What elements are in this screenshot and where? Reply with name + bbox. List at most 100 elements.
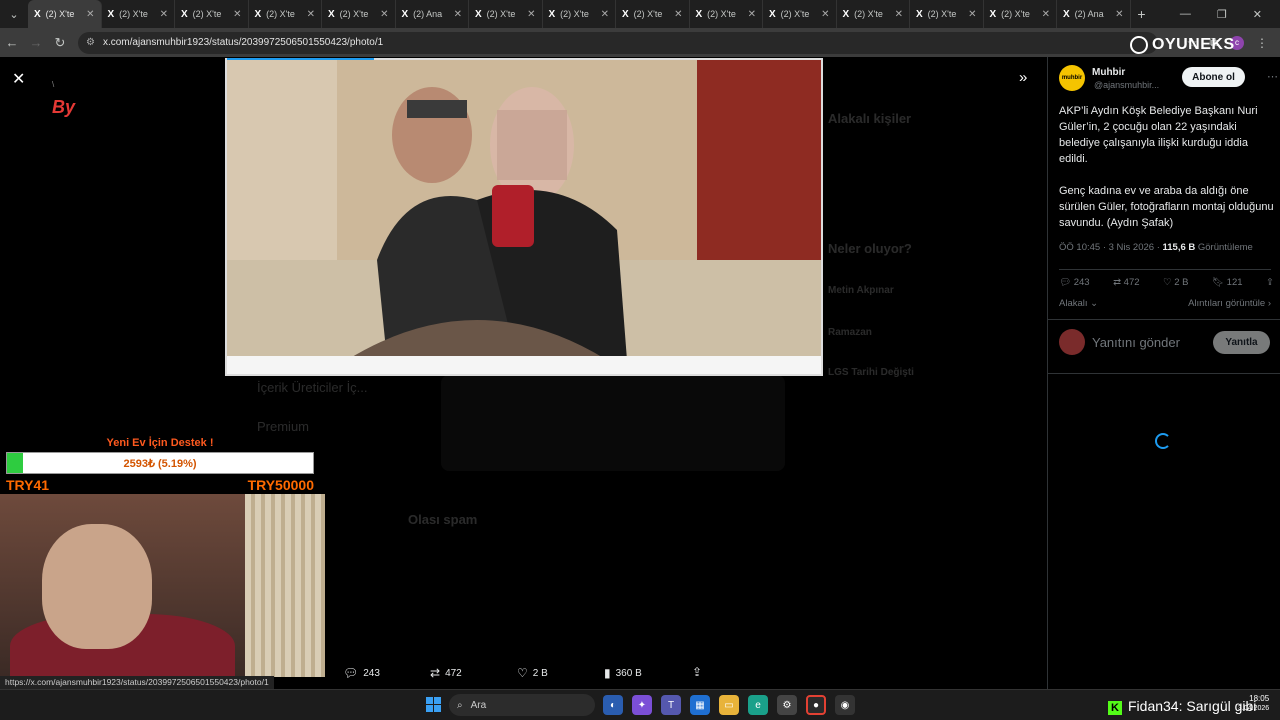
browser-tab[interactable]: X (2) X'te ✕ <box>763 0 837 28</box>
donation-widget: Yeni Ev İçin Destek ! 2593₺ (5.19%) TRY4… <box>6 437 314 493</box>
x-favicon-icon: X <box>769 8 776 20</box>
photo-reply-count: 243 <box>363 667 380 679</box>
browser-tab[interactable]: X (2) Ana ✕ <box>1057 0 1131 28</box>
minimize-icon[interactable]: — <box>1180 8 1191 21</box>
browser-tab[interactable]: X (2) X'te ✕ <box>910 0 984 28</box>
photo-views-action[interactable]: ▮ 360 B <box>604 666 642 680</box>
address-bar[interactable]: ⚙ x.com/ajansmuhbir1923/status/203997250… <box>78 31 1158 54</box>
tab-close-icon[interactable]: ✕ <box>86 9 94 20</box>
browser-tab[interactable]: X (2) X'te ✕ <box>543 0 616 28</box>
tab-close-icon[interactable]: ✕ <box>1115 9 1123 20</box>
reply-button[interactable]: Yanıtla <box>1213 331 1270 354</box>
tweet-photo[interactable] <box>225 58 823 376</box>
browser-tab[interactable]: X (2) X'te ✕ <box>322 0 396 28</box>
photo-repost-action[interactable]: ⇄ 472 <box>430 666 462 680</box>
tweet-reply-count: 243 <box>1073 277 1090 288</box>
site-info-icon[interactable]: ⚙ <box>86 37 95 48</box>
photo-like-action[interactable]: ♡ 2 B <box>517 666 548 680</box>
window-close-icon[interactable]: ✕ <box>1253 8 1262 21</box>
webcam-curtain <box>245 494 325 677</box>
photo-share-action[interactable]: ⇪ <box>692 665 702 679</box>
chrome-icon[interactable]: ● <box>806 695 826 715</box>
tab-close-icon[interactable]: ✕ <box>748 9 756 20</box>
browser-tab[interactable]: X (2) X'te ✕ <box>469 0 543 28</box>
author-avatar[interactable]: muhbir <box>1059 65 1085 91</box>
photo-reply-action[interactable]: 💬︎ 243 <box>343 666 380 680</box>
bg-nav-item-premium: Premium <box>257 419 310 434</box>
teams-icon[interactable]: T <box>661 695 681 715</box>
x-favicon-icon: X <box>989 8 997 20</box>
task-view-icon[interactable]: ◐ <box>603 695 623 715</box>
tab-close-icon[interactable]: ✕ <box>233 9 241 20</box>
tab-title: (2) X'te <box>707 9 736 19</box>
browser-tab[interactable]: X (2) X'te ✕ <box>175 0 249 28</box>
photo-loading-bar <box>227 58 374 60</box>
more-options-icon[interactable]: ⋯ <box>1267 70 1278 83</box>
tab-close-icon[interactable]: ✕ <box>527 9 535 20</box>
new-tab-button[interactable]: + <box>1131 6 1153 22</box>
x-favicon-icon: X <box>107 8 115 20</box>
bg-trend-1: Metin Akpınar <box>828 285 894 296</box>
by-logo: By <box>52 97 76 117</box>
copilot-icon[interactable]: ✦ <box>632 695 652 715</box>
tab-close-icon[interactable]: ✕ <box>674 9 682 20</box>
browser-tab[interactable]: X (2) Ana ✕ <box>396 0 469 28</box>
browser-tab[interactable]: X (2) X'te ✕ <box>28 0 102 28</box>
browser-menu-icon[interactable]: ⋮ <box>1256 36 1268 50</box>
browser-tab[interactable]: X (2) X'te ✕ <box>690 0 763 28</box>
tab-close-icon[interactable]: ✕ <box>895 9 903 20</box>
taskbar-search[interactable]: ⌕ Ara <box>449 694 595 716</box>
tab-close-icon[interactable]: ✕ <box>821 9 829 20</box>
x-favicon-icon: X <box>254 8 262 20</box>
expand-panel-icon[interactable]: » <box>1019 69 1027 86</box>
tweet-like-button[interactable]: ♡ 2 B <box>1163 277 1188 288</box>
tweet-stats-row: 💬︎ 243 ⇄ 472 ♡ 2 B 🔖︎ 121 ⇪ <box>1059 277 1274 288</box>
forward-icon[interactable]: → <box>24 35 48 50</box>
tab-close-icon[interactable]: ✕ <box>1042 9 1050 20</box>
browser-tab[interactable]: X (2) X'te ✕ <box>984 0 1057 28</box>
tab-close-icon[interactable]: ✕ <box>601 9 609 20</box>
windows-start-icon[interactable] <box>426 697 441 712</box>
file-explorer-icon[interactable]: ▭ <box>719 695 739 715</box>
browser-toolbar: ← → ↻ ⚙ x.com/ajansmuhbir1923/status/203… <box>0 28 1280 57</box>
tab-search-button[interactable]: ⌄ <box>0 0 28 28</box>
tab-title: (2) X'te <box>266 9 295 19</box>
tab-close-icon[interactable]: ✕ <box>380 9 388 20</box>
share-icon: ⇪ <box>692 665 703 679</box>
sort-dropdown[interactable]: Alakalı ⌄ <box>1059 298 1098 309</box>
system-clock[interactable]: 18:05 3.04.2026 <box>1238 694 1269 714</box>
subscribe-button[interactable]: Abone ol <box>1182 67 1245 87</box>
streamer-webcam <box>0 494 325 677</box>
browser-tab[interactable]: X (2) X'te ✕ <box>102 0 175 28</box>
tab-close-icon[interactable]: ✕ <box>160 9 168 20</box>
view-quotes-link[interactable]: Alıntıları görüntüle › <box>1188 298 1271 309</box>
browser-tab[interactable]: X (2) X'te ✕ <box>837 0 910 28</box>
author-handle[interactable]: @ajansmuhbir... <box>1094 80 1159 90</box>
reply-composer: Yanıtını gönder Yanıtla <box>1059 329 1274 357</box>
tweet-bookmark-button[interactable]: 🔖︎ 121 <box>1212 277 1243 288</box>
settings-gear-icon[interactable]: ⚙ <box>777 695 797 715</box>
restore-icon[interactable]: ❐ <box>1217 8 1227 21</box>
tab-close-icon[interactable]: ✕ <box>454 9 462 20</box>
tab-close-icon[interactable]: ✕ <box>307 9 315 20</box>
browser-tab[interactable]: X (2) X'te ✕ <box>616 0 690 28</box>
author-name[interactable]: Muhbir <box>1092 67 1125 78</box>
back-icon[interactable]: ← <box>0 35 24 50</box>
store-icon[interactable]: ▦ <box>690 695 710 715</box>
tweet-repost-button[interactable]: ⇄ 472 <box>1113 277 1139 288</box>
webcam-person-head <box>42 524 152 649</box>
photo-repost-count: 472 <box>445 667 462 679</box>
tweet-timestamp[interactable]: ÖÖ 10:45 · 3 Nis 2026 · <box>1059 242 1163 253</box>
tweet-reply-button[interactable]: 💬︎ 243 <box>1059 277 1090 288</box>
tab-close-icon[interactable]: ✕ <box>968 9 976 20</box>
x-favicon-icon: X <box>401 8 409 20</box>
tweet-author-header: muhbir Muhbir @ajansmuhbir... Abone ol ⋯ <box>1059 65 1278 95</box>
edge-icon[interactable]: e <box>748 695 768 715</box>
x-photo-viewer: İçerik Üreticiler İç... Premium Olası sp… <box>0 36 1280 689</box>
browser-tab[interactable]: X (2) X'te ✕ <box>249 0 322 28</box>
obs-icon[interactable]: ◉ <box>835 695 855 715</box>
tweet-share-icon[interactable]: ⇪ <box>1266 277 1274 288</box>
reply-input[interactable]: Yanıtını gönder <box>1092 335 1180 350</box>
reload-icon[interactable]: ↻ <box>48 35 72 51</box>
close-viewer-icon[interactable]: ✕ <box>12 69 25 89</box>
